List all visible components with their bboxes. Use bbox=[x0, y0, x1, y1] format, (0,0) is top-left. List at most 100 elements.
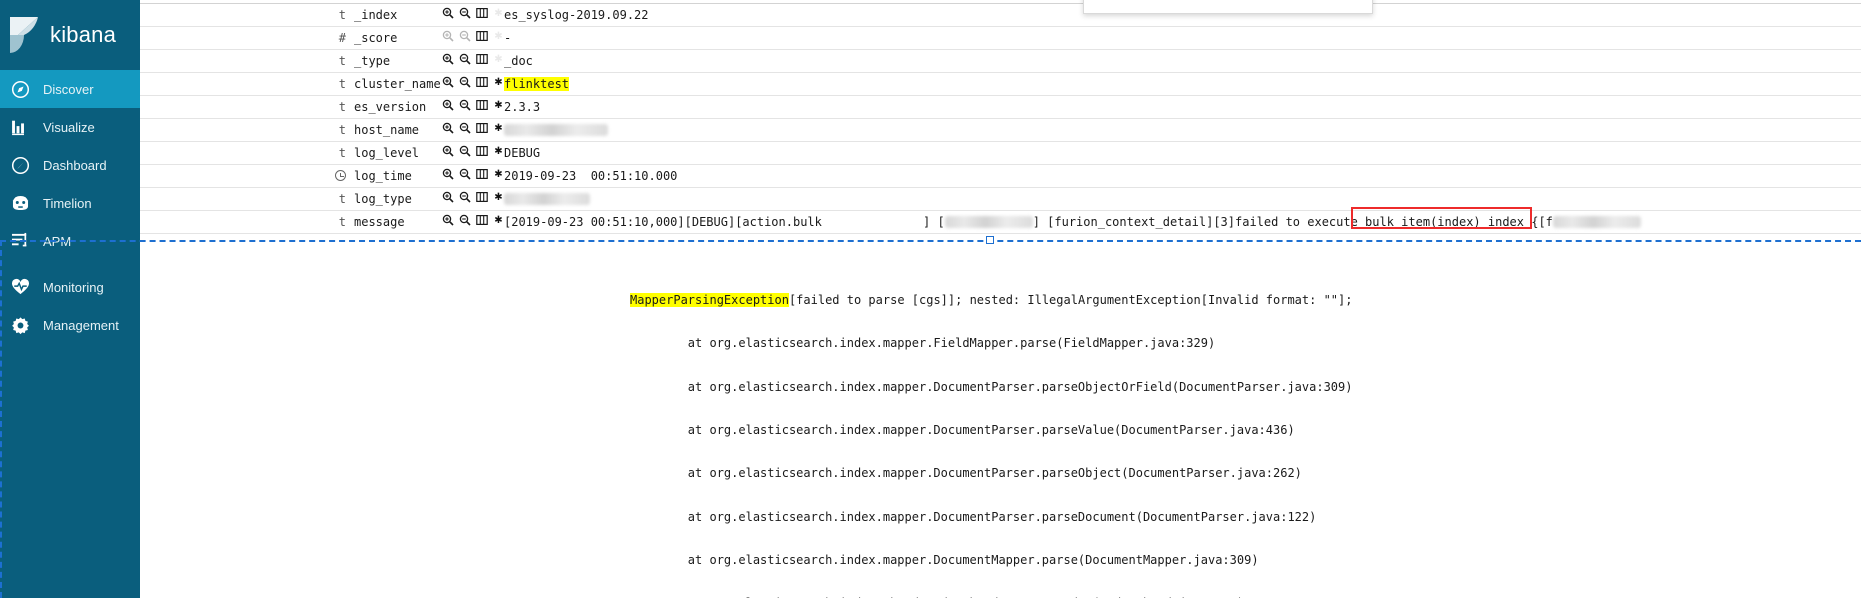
table-row[interactable]: t message ✱ [2019-09-23 00:51:10,000][DE… bbox=[140, 207, 1861, 234]
magnifier-minus-icon[interactable] bbox=[459, 99, 471, 111]
field-actions: ✱ bbox=[442, 165, 504, 180]
field-actions: ✱ bbox=[442, 211, 504, 226]
selection-resize-handle[interactable] bbox=[986, 236, 994, 244]
field-type-icon-t: t bbox=[338, 215, 346, 229]
table-column-icon[interactable] bbox=[476, 191, 488, 203]
field-name: host_name bbox=[354, 123, 420, 137]
magnifier-plus-icon[interactable] bbox=[442, 168, 454, 180]
field-name: log_time bbox=[354, 169, 412, 183]
message-boxed-text: failed to execute bulk item bbox=[1235, 215, 1431, 229]
table-row[interactable]: t _index ✱ es_syslog-2019.09.22 bbox=[140, 4, 1861, 27]
table-row[interactable]: t es_version ✱ 2.3.3 bbox=[140, 96, 1861, 119]
kibana-logo-icon bbox=[8, 15, 48, 55]
apm-lines-icon bbox=[9, 230, 31, 252]
asterisk-icon[interactable]: ✱ bbox=[493, 75, 504, 88]
table-row[interactable]: log_time ✱ 2019-09-23 00:51:10.000 bbox=[140, 165, 1861, 188]
field-name: _index bbox=[354, 8, 398, 22]
magnifier-plus-icon[interactable] bbox=[442, 122, 454, 134]
field-type-icon-t: t bbox=[338, 123, 346, 137]
field-type-icon-t: t bbox=[338, 54, 346, 68]
management-gear-icon bbox=[9, 314, 31, 336]
sidebar-item-label: Timelion bbox=[43, 195, 92, 211]
table-row[interactable]: t log_level ✱ DEBUG bbox=[140, 142, 1861, 165]
kibana-brand[interactable]: kibana bbox=[0, 0, 140, 70]
table-column-icon[interactable] bbox=[476, 53, 488, 65]
table-column-icon[interactable] bbox=[476, 168, 488, 180]
magnifier-minus-icon[interactable] bbox=[459, 76, 471, 88]
field-value: DEBUG bbox=[504, 146, 541, 160]
expanded-document-field-table: t _index ✱ es_syslog-2019.09.22 # _score bbox=[140, 4, 1861, 234]
field-actions: ✱ bbox=[442, 188, 504, 203]
magnifier-minus-icon[interactable] bbox=[459, 214, 471, 226]
redaction-block bbox=[1552, 216, 1641, 228]
field-type-icon-t: t bbox=[338, 100, 346, 114]
asterisk-icon[interactable]: ✱ bbox=[493, 52, 504, 65]
stack-frame: at org.elasticsearch.index.mapper.Docume… bbox=[580, 553, 1861, 567]
table-column-icon[interactable] bbox=[476, 30, 488, 42]
asterisk-icon[interactable]: ✱ bbox=[493, 29, 504, 42]
sidebar-item-management[interactable]: Management bbox=[0, 306, 140, 344]
kibana-discover-page: kibana Discover Visualize Dashboard Time… bbox=[0, 0, 1861, 598]
sidebar-item-dashboard[interactable]: Dashboard bbox=[0, 146, 140, 184]
table-row[interactable]: t cluster_name ✱ flinktest bbox=[140, 73, 1861, 96]
sidebar-item-timelion[interactable]: Timelion bbox=[0, 184, 140, 222]
magnifier-plus-icon[interactable] bbox=[442, 76, 454, 88]
magnifier-plus-icon[interactable] bbox=[442, 191, 454, 203]
table-column-icon[interactable] bbox=[476, 99, 488, 111]
stack-frame-text: at org.elasticsearch.index.mapper.Docume… bbox=[687, 466, 1302, 481]
stack-frame: at org.elasticsearch.index.mapper.Docume… bbox=[580, 380, 1861, 394]
magnifier-plus-icon[interactable] bbox=[442, 7, 454, 19]
table-row[interactable]: t log_type ✱ bbox=[140, 188, 1861, 211]
field-name: _score bbox=[354, 31, 398, 45]
sidebar-item-apm[interactable]: APM bbox=[0, 222, 140, 260]
field-name: cluster_name bbox=[354, 77, 441, 91]
field-actions: ✱ bbox=[442, 50, 504, 65]
field-name: message bbox=[354, 215, 405, 229]
magnifier-minus-icon[interactable] bbox=[459, 191, 471, 203]
stack-frame: at org.elasticsearch.index.mapper.Docume… bbox=[580, 466, 1861, 480]
sidebar-item-discover[interactable]: Discover bbox=[0, 70, 140, 108]
magnifier-minus-icon[interactable] bbox=[459, 53, 471, 65]
monitoring-heartbeat-icon bbox=[9, 276, 31, 298]
sidebar-item-visualize[interactable]: Visualize bbox=[0, 108, 140, 146]
magnifier-minus-icon[interactable] bbox=[459, 122, 471, 134]
stack-frame: at org.elasticsearch.index.mapper.Docume… bbox=[580, 423, 1861, 437]
table-column-icon[interactable] bbox=[476, 7, 488, 19]
asterisk-icon[interactable]: ✱ bbox=[493, 190, 504, 203]
magnifier-plus-icon[interactable] bbox=[442, 145, 454, 157]
magnifier-minus-icon[interactable] bbox=[459, 7, 471, 19]
magnifier-plus-icon[interactable] bbox=[442, 99, 454, 111]
sidebar-item-label: Dashboard bbox=[43, 157, 107, 173]
table-row[interactable]: # _score ✱ - bbox=[140, 27, 1861, 50]
table-row[interactable]: t host_name ✱ bbox=[140, 119, 1861, 142]
asterisk-icon[interactable]: ✱ bbox=[493, 144, 504, 157]
magnifier-minus-icon[interactable] bbox=[459, 168, 471, 180]
table-row[interactable]: t _type ✱ _doc bbox=[140, 50, 1861, 73]
stack-frame-text: at org.elasticsearch.index.mapper.FieldM… bbox=[687, 336, 1216, 351]
clock-icon bbox=[335, 170, 346, 181]
asterisk-icon[interactable]: ✱ bbox=[493, 121, 504, 134]
asterisk-icon[interactable]: ✱ bbox=[493, 6, 504, 19]
time-picker-popover[interactable] bbox=[1083, 0, 1373, 14]
field-type-icon-t: t bbox=[338, 77, 346, 91]
asterisk-icon[interactable]: ✱ bbox=[493, 213, 504, 226]
stack-frame-text: at org.elasticsearch.index.mapper.Docume… bbox=[687, 553, 1259, 568]
asterisk-icon[interactable]: ✱ bbox=[493, 98, 504, 111]
asterisk-icon[interactable]: ✱ bbox=[493, 167, 504, 180]
stack-frame: at org.elasticsearch.index.mapper.Docume… bbox=[580, 510, 1861, 524]
magnifier-minus-icon[interactable] bbox=[459, 145, 471, 157]
table-column-icon[interactable] bbox=[476, 122, 488, 134]
table-column-icon[interactable] bbox=[476, 76, 488, 88]
redaction-block bbox=[504, 193, 590, 205]
exception-header-line: MapperParsingException[failed to parse [… bbox=[580, 292, 1861, 307]
global-nav-sidebar: kibana Discover Visualize Dashboard Time… bbox=[0, 0, 140, 598]
table-column-icon[interactable] bbox=[476, 214, 488, 226]
table-column-icon[interactable] bbox=[476, 145, 488, 157]
field-value: - bbox=[504, 31, 512, 45]
magnifier-plus-icon[interactable] bbox=[442, 214, 454, 226]
sidebar-item-monitoring[interactable]: Monitoring bbox=[0, 268, 140, 306]
stack-frame-text: at org.elasticsearch.index.mapper.Docume… bbox=[687, 509, 1317, 524]
magnifier-plus-icon[interactable] bbox=[442, 53, 454, 65]
exception-stack-trace: MapperParsingException[failed to parse [… bbox=[580, 264, 1861, 598]
sidebar-item-label: Management bbox=[43, 317, 119, 333]
